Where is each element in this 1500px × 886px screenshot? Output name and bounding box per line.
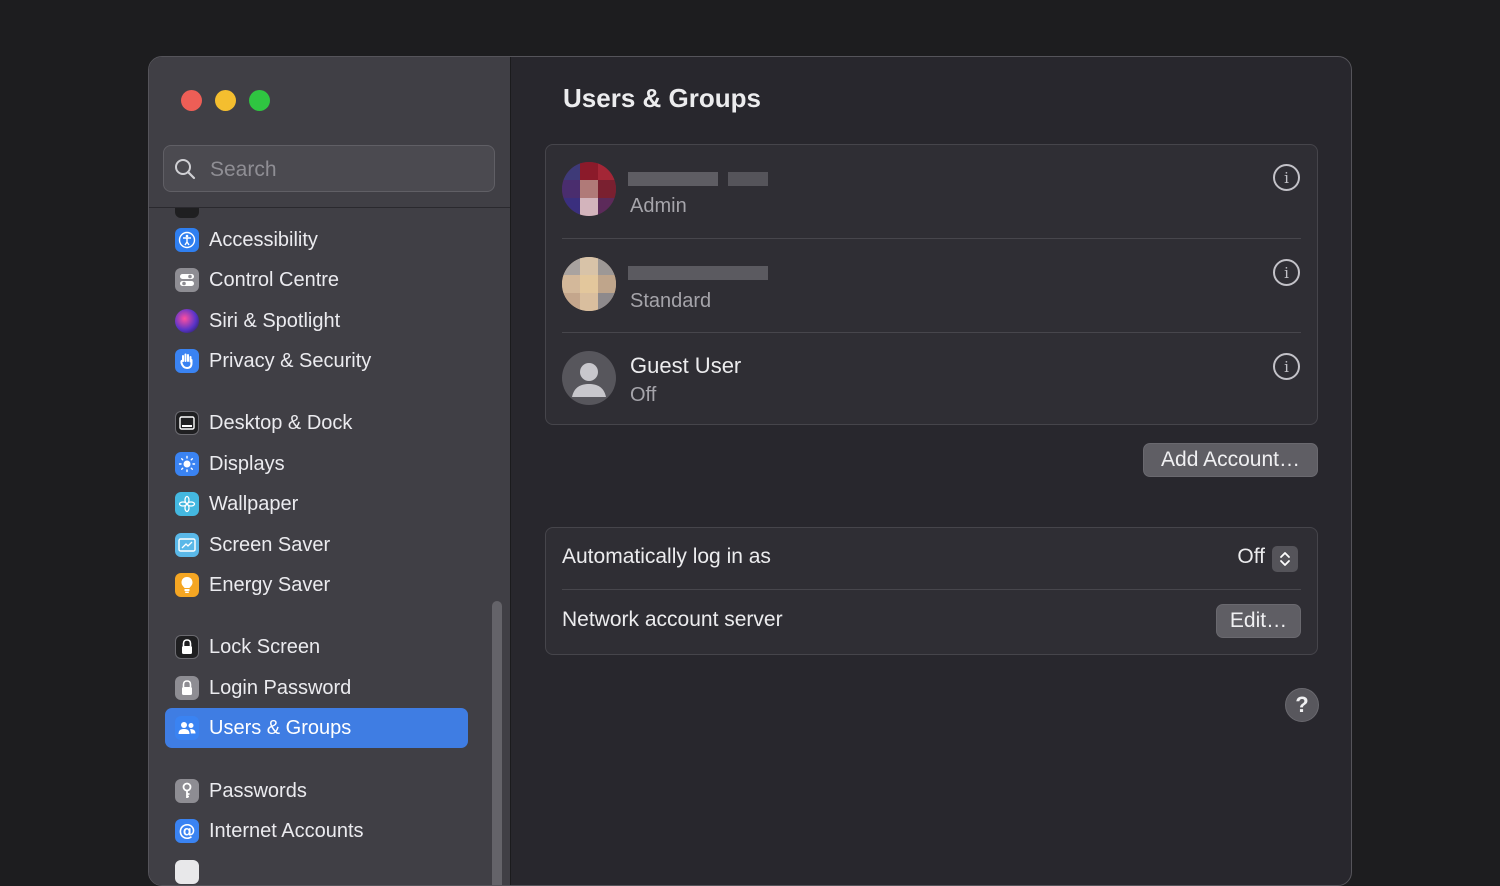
sidebar-item-energy-saver[interactable]: Energy Saver — [165, 565, 468, 605]
screen-saver-icon — [175, 533, 199, 557]
sidebar-item-wallpaper[interactable]: Wallpaper — [165, 484, 468, 524]
search-input[interactable] — [208, 154, 482, 186]
hand-icon — [175, 349, 199, 373]
sidebar-item-passwords[interactable]: Passwords — [165, 771, 468, 811]
search-field[interactable] — [163, 145, 495, 192]
user-role: Standard — [630, 290, 712, 312]
sidebar-item-lock-screen[interactable]: Lock Screen — [165, 627, 468, 667]
dock-icon — [175, 411, 199, 435]
padlock-icon — [175, 676, 199, 700]
user-role: Admin — [630, 195, 687, 217]
sidebar-item-desktop-dock[interactable]: Desktop & Dock — [165, 403, 468, 443]
users-icon — [175, 716, 199, 740]
row-divider — [562, 589, 1301, 590]
sidebar-item-login-password[interactable]: Login Password — [165, 668, 468, 708]
siri-icon — [175, 309, 199, 333]
guest-avatar-icon — [562, 351, 616, 405]
sidebar-item-internet-accounts[interactable]: @ Internet Accounts — [165, 811, 468, 851]
appearance-icon — [175, 208, 199, 218]
sidebar-list: Accessibility Control Centre Siri & Spot… — [149, 208, 510, 885]
sidebar-item-label: Internet Accounts — [209, 819, 364, 842]
user-row-guest[interactable]: Guest User Off i — [546, 333, 1317, 427]
edit-button[interactable]: Edit… — [1216, 604, 1301, 638]
window-controls — [181, 90, 270, 111]
game-center-icon — [175, 860, 199, 884]
main-content: Users & Groups Admin i Standard i Guest … — [511, 57, 1351, 885]
sidebar-item-privacy-security[interactable]: Privacy & Security — [165, 341, 468, 381]
sidebar-item-label: Privacy & Security — [209, 349, 372, 372]
at-icon: @ — [175, 819, 199, 843]
avatar — [562, 162, 616, 216]
add-account-button[interactable]: Add Account… — [1143, 443, 1318, 477]
sidebar-item-label: Energy Saver — [209, 573, 331, 596]
sidebar-item-label: Passwords — [209, 779, 307, 802]
sidebar-item-label: Accessibility — [209, 228, 318, 251]
network-server-label: Network account server — [562, 608, 783, 631]
sidebar-item-users-groups[interactable]: Users & Groups — [165, 708, 468, 748]
system-settings-window: Accessibility Control Centre Siri & Spot… — [148, 56, 1352, 886]
zoom-button[interactable] — [249, 90, 270, 111]
avatar — [562, 257, 616, 311]
lightbulb-icon — [175, 573, 199, 597]
accessibility-icon — [175, 228, 199, 252]
sidebar-item-clipped-bottom[interactable] — [165, 852, 468, 885]
user-row-admin[interactable]: Admin i — [546, 145, 1317, 239]
sidebar-item-siri-spotlight[interactable]: Siri & Spotlight — [165, 301, 468, 341]
page-title: Users & Groups — [563, 83, 761, 113]
auto-login-label: Automatically log in as — [562, 545, 771, 568]
user-row-standard[interactable]: Standard i — [546, 239, 1317, 333]
sun-icon — [175, 452, 199, 476]
help-button[interactable]: ? — [1285, 688, 1319, 722]
close-button[interactable] — [181, 90, 202, 111]
sidebar-item-accessibility[interactable]: Accessibility — [165, 220, 468, 260]
sidebar: Accessibility Control Centre Siri & Spot… — [149, 57, 511, 885]
user-role: Off — [630, 384, 657, 406]
info-button[interactable]: i — [1273, 353, 1300, 380]
sidebar-item-label: Lock Screen — [209, 635, 321, 658]
auto-login-value[interactable]: Off — [1237, 545, 1265, 569]
flower-icon — [175, 492, 199, 516]
sidebar-item-label: Wallpaper — [209, 492, 299, 515]
sidebar-item-label: Desktop & Dock — [209, 411, 353, 434]
sidebar-item-displays[interactable]: Displays — [165, 444, 468, 484]
popup-stepper-icon[interactable] — [1272, 546, 1298, 572]
sidebar-item-label: Login Password — [209, 676, 352, 699]
sidebar-item-label: Siri & Spotlight — [209, 309, 341, 332]
info-button[interactable]: i — [1273, 259, 1300, 286]
info-button[interactable]: i — [1273, 164, 1300, 191]
search-icon — [175, 159, 196, 180]
lock-icon — [175, 635, 199, 659]
sidebar-item-label: Users & Groups — [209, 716, 352, 739]
users-list-panel: Admin i Standard i Guest User Off i — [545, 144, 1318, 425]
key-icon — [175, 779, 199, 803]
sidebar-item-control-centre[interactable]: Control Centre — [165, 260, 468, 300]
sidebar-item-label: Control Centre — [209, 268, 340, 291]
user-name: Guest User — [630, 353, 742, 378]
minimize-button[interactable] — [215, 90, 236, 111]
control-centre-icon — [175, 268, 199, 292]
login-settings-panel: Automatically log in as Off Network acco… — [545, 527, 1318, 655]
sidebar-scrollbar[interactable] — [492, 601, 502, 885]
sidebar-item-label: Displays — [209, 452, 285, 475]
sidebar-item-screen-saver[interactable]: Screen Saver — [165, 525, 468, 565]
sidebar-item-label: Screen Saver — [209, 533, 331, 556]
